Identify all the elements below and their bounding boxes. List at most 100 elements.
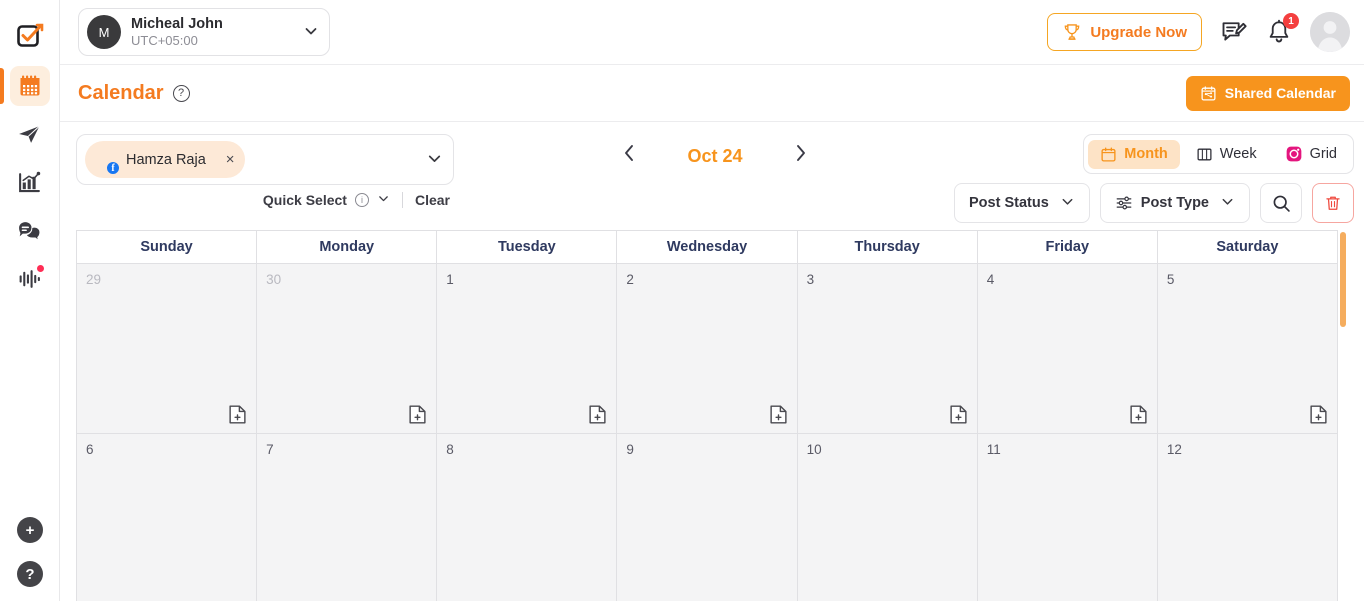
calendar-day-cell[interactable]: 11 xyxy=(977,434,1158,601)
sidebar-item-listening[interactable] xyxy=(10,258,50,298)
add-post-button[interactable] xyxy=(409,405,426,424)
day-header-sunday: Sunday xyxy=(77,231,258,264)
shared-calendar-button[interactable]: Shared Calendar xyxy=(1185,75,1350,111)
calendar-outline-icon xyxy=(1101,146,1116,162)
remove-account-icon[interactable]: × xyxy=(226,151,235,168)
add-post-file-icon xyxy=(1310,405,1327,424)
filter-row: Post Status Post Type xyxy=(954,183,1354,223)
selected-account-chip[interactable]: f Hamza Raja × xyxy=(85,141,245,178)
calendar-day-cell[interactable]: 8 xyxy=(437,434,618,601)
day-number: 11 xyxy=(986,442,1001,457)
calendar-day-cell[interactable]: 6 xyxy=(77,434,258,601)
add-post-button[interactable] xyxy=(229,405,246,424)
add-post-file-icon xyxy=(229,405,246,424)
post-type-label: Post Type xyxy=(1140,195,1209,211)
view-option-month[interactable]: Month xyxy=(1088,139,1180,169)
sidebar-item-inbox[interactable] xyxy=(10,210,50,250)
calendar-day-cell[interactable]: 1 xyxy=(437,264,618,434)
calendar-day-cell[interactable]: 9 xyxy=(617,434,798,601)
day-header-wednesday: Wednesday xyxy=(617,231,798,264)
app-logo[interactable] xyxy=(10,16,50,56)
columns-icon xyxy=(1197,148,1212,160)
post-status-filter[interactable]: Post Status xyxy=(954,183,1090,223)
account-switcher[interactable]: M Micheal John UTC+05:00 xyxy=(78,8,330,56)
chip-avatar: f xyxy=(91,146,120,175)
sidebar-item-analytics[interactable] xyxy=(10,162,50,202)
search-icon xyxy=(1273,195,1290,212)
add-button[interactable]: + xyxy=(17,517,43,543)
help-button[interactable]: ? xyxy=(17,561,43,587)
add-post-button[interactable] xyxy=(1130,405,1147,424)
chevron-down-icon xyxy=(303,23,319,42)
calendar-content: f Hamza Raja × Quick Select i Clear Oct … xyxy=(60,122,1364,601)
previous-month-button[interactable] xyxy=(617,142,642,170)
current-period-label: Oct 24 xyxy=(687,145,743,166)
trophy-icon xyxy=(1064,24,1080,40)
chat-bubbles-icon xyxy=(19,221,41,242)
chevron-down-icon[interactable] xyxy=(426,150,443,170)
calendar-day-cell[interactable]: 10 xyxy=(797,434,978,601)
app-root: + ? M Micheal John UTC+05:00 Upgrade Now… xyxy=(0,0,1364,601)
info-icon[interactable]: i xyxy=(354,193,369,207)
day-header-tuesday: Tuesday xyxy=(437,231,618,264)
calendar-day-cell[interactable]: 3 xyxy=(797,264,978,434)
facebook-icon: f xyxy=(106,161,120,175)
add-post-file-icon xyxy=(409,405,426,424)
notification-badge: 1 xyxy=(1283,13,1299,29)
add-post-button[interactable] xyxy=(589,405,606,424)
day-header-monday: Monday xyxy=(257,231,438,264)
search-button[interactable] xyxy=(1260,183,1302,223)
main-area: M Micheal John UTC+05:00 Upgrade Now 1 C… xyxy=(60,0,1364,601)
upgrade-now-button[interactable]: Upgrade Now xyxy=(1047,13,1202,51)
calendar-day-cell[interactable]: 7 xyxy=(257,434,438,601)
view-and-filters: Month Week Grid Post Status Post Type xyxy=(954,134,1354,223)
chevron-down-icon[interactable] xyxy=(377,192,390,208)
next-month-button[interactable] xyxy=(788,142,813,170)
shared-calendar-label: Shared Calendar xyxy=(1224,85,1336,101)
calendar-day-cell[interactable]: 29 xyxy=(77,264,258,434)
topbar-actions: Upgrade Now 1 xyxy=(1047,12,1350,52)
calendar-day-cell[interactable]: 30 xyxy=(257,264,438,434)
notifications-button[interactable]: 1 xyxy=(1266,13,1299,45)
clear-link[interactable]: Clear xyxy=(415,192,450,208)
calendar-toolbar: f Hamza Raja × Quick Select i Clear Oct … xyxy=(76,134,1354,230)
add-post-button[interactable] xyxy=(950,405,967,424)
day-number: 4 xyxy=(986,272,995,287)
quick-select-label[interactable]: Quick Select xyxy=(263,192,347,208)
day-number: 12 xyxy=(1166,442,1182,457)
calendar-week-row: 29 30 1 2 3 4 5 xyxy=(77,264,1338,434)
user-avatar-icon xyxy=(1310,12,1350,52)
page-header: Calendar ? Shared Calendar xyxy=(60,65,1364,122)
calendar-scrollbar[interactable] xyxy=(1340,230,1346,601)
help-icon[interactable]: ? xyxy=(172,84,190,102)
view-option-grid-label: Grid xyxy=(1309,146,1337,162)
sidebar-item-publish[interactable] xyxy=(10,114,50,154)
rail-item-list xyxy=(0,66,59,298)
bar-chart-icon xyxy=(19,171,41,192)
upgrade-now-label: Upgrade Now xyxy=(1090,23,1187,41)
post-type-filter[interactable]: Post Type xyxy=(1099,183,1250,223)
checkbox-logo-icon xyxy=(16,23,43,47)
divider xyxy=(401,192,403,208)
account-timezone: UTC+05:00 xyxy=(131,32,198,48)
day-number: 9 xyxy=(626,442,634,457)
shared-calendar-icon xyxy=(1201,85,1216,101)
chevron-down-icon xyxy=(1220,194,1235,212)
calendar-day-cell[interactable]: 2 xyxy=(617,264,798,434)
view-option-grid[interactable]: Grid xyxy=(1273,139,1349,169)
view-option-week[interactable]: Week xyxy=(1184,140,1269,169)
delete-button[interactable] xyxy=(1312,183,1354,223)
calendar-day-cell[interactable]: 5 xyxy=(1157,264,1338,434)
calendar-day-cell[interactable]: 12 xyxy=(1157,434,1338,601)
scrollbar-thumb[interactable] xyxy=(1340,232,1346,327)
add-post-button[interactable] xyxy=(769,405,787,424)
compose-message-button[interactable] xyxy=(1220,18,1248,46)
account-name: Micheal John xyxy=(131,15,223,32)
sidebar-item-calendar[interactable] xyxy=(0,66,50,106)
account-filter-select[interactable]: f Hamza Raja × xyxy=(76,134,454,185)
calendar-day-cell[interactable]: 4 xyxy=(977,264,1158,434)
calendar-weeks: 29 30 1 2 3 4 5 6 7 8 9 10 11 12 xyxy=(77,264,1338,601)
day-header-friday: Friday xyxy=(977,231,1158,264)
user-avatar[interactable] xyxy=(1310,12,1350,52)
add-post-button[interactable] xyxy=(1310,405,1327,424)
